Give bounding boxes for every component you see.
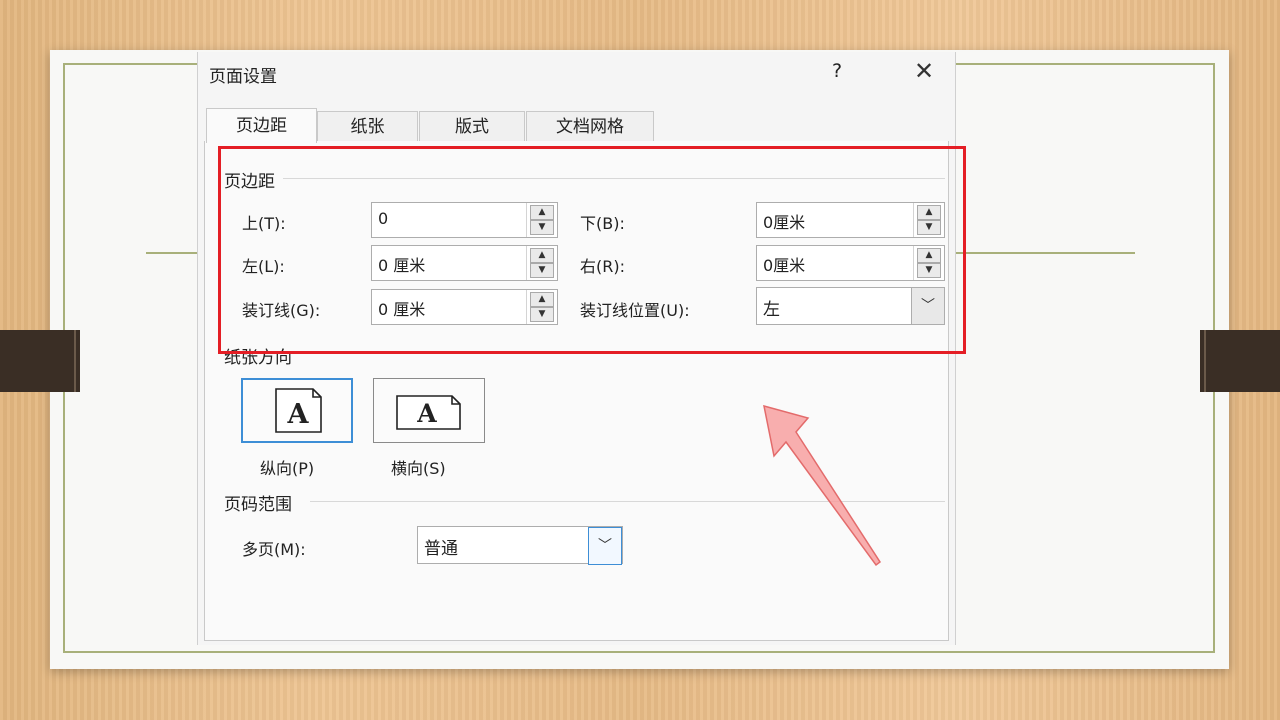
close-button[interactable]: ✕ [914,57,934,85]
slide-divider-right [955,252,1135,254]
highlight-box [218,146,966,354]
portrait-glyph: A [287,399,310,430]
chevron-down-icon[interactable]: ﹀ [588,527,622,565]
portrait-page-icon: A [275,388,322,433]
multiple-pages-value: 普通 [424,539,458,559]
slide-divider-left [146,252,198,254]
landscape-glyph: A [416,399,437,428]
help-button[interactable]: ? [832,60,842,82]
landscape-button[interactable]: A [373,378,485,443]
tab-layout[interactable]: 版式 [419,111,525,141]
landscape-page-icon: A [396,395,461,430]
tab-paper[interactable]: 纸张 [317,111,418,141]
dialog-title: 页面设置 [209,67,277,87]
portrait-button[interactable]: A [241,378,353,443]
multiple-pages-label: 多页(M): [242,540,306,559]
binder-clip-left [0,330,80,392]
pointer-arrow [763,404,882,567]
tab-document-grid[interactable]: 文档网格 [526,111,654,141]
binder-clip-right [1200,330,1280,392]
pages-section-title: 页码范围 [224,490,300,515]
portrait-label[interactable]: 纵向(P) [260,455,314,479]
landscape-label[interactable]: 横向(S) [391,455,446,479]
tab-margins[interactable]: 页边距 [206,108,317,143]
multiple-pages-select[interactable]: 普通 ﹀ [417,526,623,565]
